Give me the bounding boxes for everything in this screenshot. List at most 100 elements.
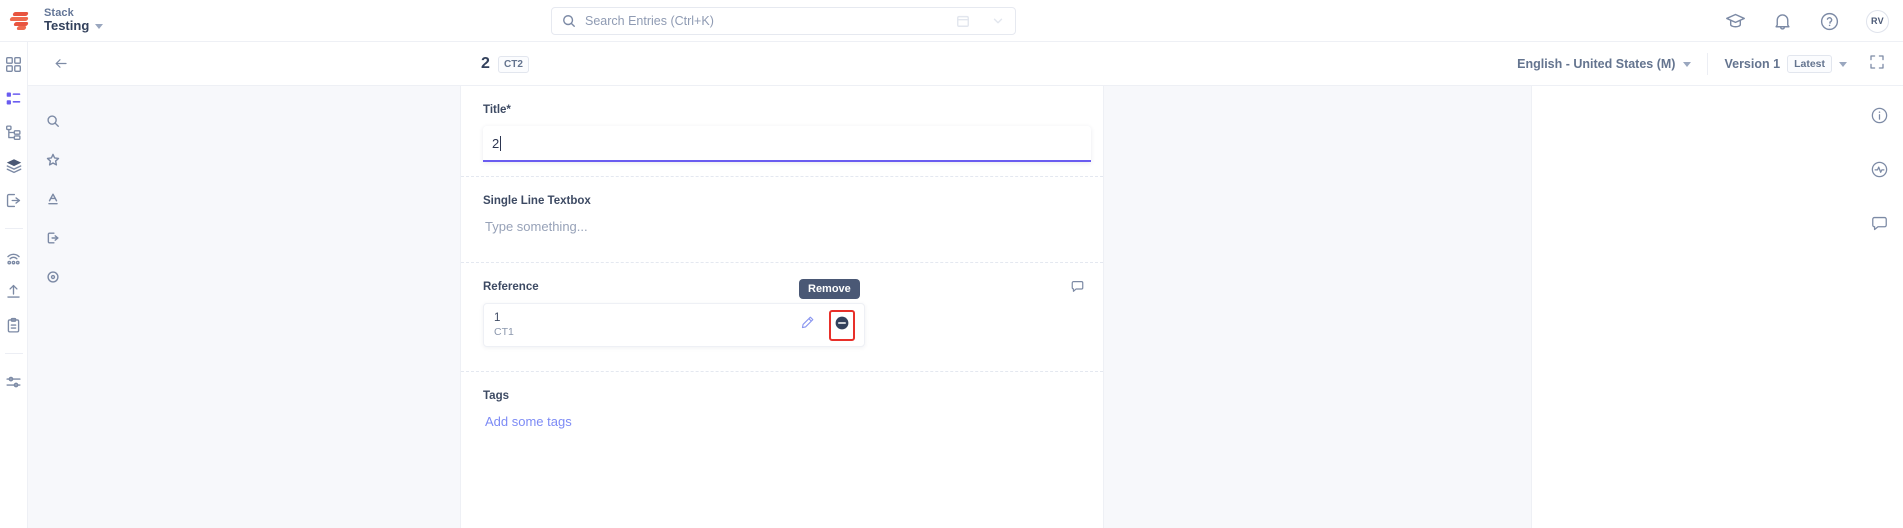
panel-favorites[interactable] <box>46 153 60 172</box>
pencil-icon <box>801 316 814 329</box>
avatar[interactable]: RV <box>1866 9 1889 33</box>
chevron-down-icon <box>95 24 104 30</box>
calendar-icon[interactable] <box>956 14 970 28</box>
comment-icon <box>1071 281 1084 292</box>
clipboard-icon <box>7 317 20 333</box>
export-icon <box>6 193 21 207</box>
sidebar-divider-2 <box>4 353 23 354</box>
field-label: Reference <box>483 281 539 293</box>
header-actions: RV <box>1725 0 1889 42</box>
divider <box>1707 53 1709 75</box>
chevron-down-icon[interactable] <box>991 14 1005 28</box>
remove-button-highlight <box>829 309 855 341</box>
reference-edit-button[interactable] <box>800 315 815 335</box>
sitemap-icon <box>6 124 21 140</box>
sidebar-item-import[interactable] <box>4 281 24 301</box>
entry-activity[interactable] <box>1870 160 1889 184</box>
panel-rail <box>46 114 60 289</box>
global-sidebar <box>0 42 28 528</box>
reference-remove-button[interactable] <box>834 315 850 336</box>
search-icon <box>47 115 59 127</box>
map-pin-icon <box>47 271 59 283</box>
field-comment-button[interactable] <box>1070 279 1085 299</box>
star-icon <box>46 153 60 166</box>
help-question-icon[interactable] <box>1819 11 1840 32</box>
single-line-input[interactable]: Type something... <box>483 217 1081 236</box>
fullscreen-button[interactable] <box>1869 54 1885 75</box>
top-header: Stack Testing Search Entries (Ctrl+K) RV <box>0 0 1903 42</box>
back-button[interactable] <box>50 53 72 75</box>
panel-location[interactable] <box>46 270 60 289</box>
reference-item-subtitle: CT1 <box>494 325 514 338</box>
sidebar-item-dashboard[interactable] <box>4 54 24 74</box>
chevron-down-icon <box>1839 61 1847 67</box>
sliders-icon <box>6 376 21 387</box>
entry-header: 2 CT2 English - United States (M) Versio… <box>28 42 1903 86</box>
reference-item-actions <box>800 309 855 341</box>
sidebar-item-content-types[interactable] <box>4 122 24 142</box>
left-panel <box>28 86 461 528</box>
info-circle-icon <box>1871 107 1888 124</box>
entry-form: Title* 2 Single Line Textbox Type someth… <box>461 86 1103 528</box>
back-arrow-icon <box>55 59 67 68</box>
chevron-down-icon <box>1683 61 1692 67</box>
sidebar-item-settings[interactable] <box>4 372 24 392</box>
field-single-line: Single Line Textbox Type something... <box>461 177 1103 263</box>
reference-item-text: 1 CT1 <box>494 311 514 340</box>
version-selector[interactable]: Version 1 Latest <box>1724 55 1847 73</box>
field-label: Single Line Textbox <box>483 195 591 207</box>
panel-text[interactable] <box>46 192 60 211</box>
contentstack-logo-icon <box>9 11 31 31</box>
sidebar-item-publish[interactable] <box>4 190 24 210</box>
entry-header-actions: English - United States (M) Version 1 La… <box>1517 42 1903 86</box>
upload-icon <box>7 284 20 298</box>
tags-input[interactable]: Add some tags <box>483 412 1081 431</box>
entry-tools-rail <box>1531 86 1903 528</box>
panel-exit[interactable] <box>46 231 60 250</box>
logout-icon <box>47 232 59 244</box>
notification-bell-icon[interactable] <box>1772 11 1793 32</box>
reference-item-title: 1 <box>494 311 501 324</box>
field-label: Title* <box>483 104 511 116</box>
locale-selector[interactable]: English - United States (M) <box>1517 57 1692 71</box>
fullscreen-icon <box>1870 54 1884 69</box>
sidebar-item-webhooks[interactable] <box>4 247 24 267</box>
field-title: Title* 2 <box>461 86 1103 177</box>
text-caret <box>500 135 502 151</box>
app-root: Stack Testing Search Entries (Ctrl+K) RV… <box>0 0 1903 528</box>
signal-icon <box>7 253 20 264</box>
list-icon <box>6 92 21 104</box>
title-input-value: 2 <box>492 135 500 151</box>
stack-selector[interactable]: Stack Testing <box>44 7 104 35</box>
content-type-badge[interactable]: CT2 <box>498 56 529 73</box>
field-reference: Reference Remove 1 CT1 <box>461 263 1103 372</box>
field-label: Tags <box>483 390 509 402</box>
sidebar-item-tasks[interactable] <box>4 315 24 335</box>
field-tags: Tags Add some tags <box>461 372 1103 445</box>
search-icon <box>563 15 575 27</box>
sidebar-item-entries[interactable] <box>4 88 24 108</box>
panel-search[interactable] <box>46 114 60 133</box>
minus-circle-icon <box>835 316 849 329</box>
comment-icon <box>1872 216 1887 231</box>
activity-pulse-icon <box>1871 161 1888 178</box>
reference-item[interactable]: 1 CT1 <box>483 303 865 347</box>
layers-icon <box>6 159 21 174</box>
entry-comments[interactable] <box>1870 214 1889 238</box>
right-panel <box>1103 86 1531 528</box>
title-input[interactable]: 2 <box>483 126 1091 162</box>
version-state-badge: Latest <box>1787 55 1832 73</box>
version-label: Version 1 <box>1724 57 1781 71</box>
entry-tools <box>1870 106 1889 238</box>
text-underline-icon <box>48 193 58 205</box>
sidebar-item-assets[interactable] <box>4 156 24 176</box>
remove-tooltip: Remove <box>799 279 860 299</box>
search-bar[interactable]: Search Entries (Ctrl+K) <box>551 7 1016 35</box>
logo-wrap[interactable] <box>0 0 40 42</box>
academy-cap-icon[interactable] <box>1725 11 1746 32</box>
locale-label: English - United States (M) <box>1517 57 1676 71</box>
entry-info[interactable] <box>1870 106 1889 130</box>
search-input[interactable]: Search Entries (Ctrl+K) <box>585 14 947 28</box>
page-title: 2 <box>481 54 490 72</box>
stack-name-row[interactable]: Testing <box>44 18 104 34</box>
